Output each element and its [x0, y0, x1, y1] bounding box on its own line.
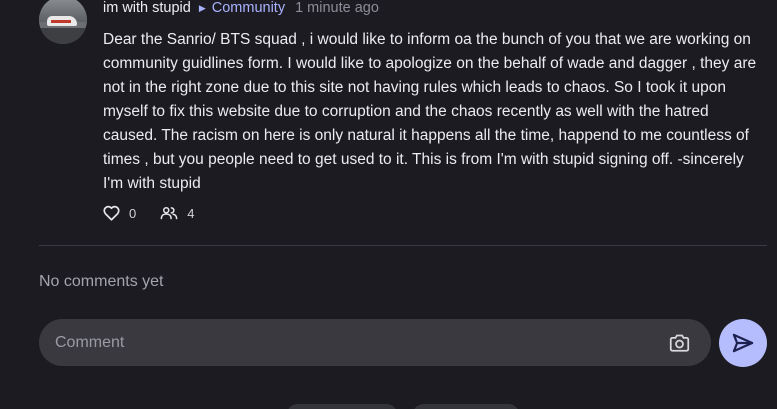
- post-body: Dear the Sanrio/ BTS squad , i would lik…: [103, 31, 757, 192]
- author-name[interactable]: im with stupid: [103, 0, 191, 16]
- send-icon: [732, 333, 754, 353]
- like-count: 0: [129, 205, 137, 221]
- comment-input[interactable]: [39, 319, 659, 366]
- post-timestamp: 1 minute ago: [295, 0, 379, 16]
- camera-icon: [669, 334, 689, 352]
- post-detail-page: im with stupid ▶ Community 1 minute ago …: [0, 0, 777, 409]
- comment-composer: [39, 319, 711, 366]
- camera-button[interactable]: [659, 323, 699, 363]
- divider: [39, 245, 767, 246]
- heart-icon: [103, 205, 120, 221]
- people-icon: [160, 206, 178, 220]
- send-button[interactable]: [719, 319, 767, 367]
- community-link[interactable]: Community: [212, 0, 285, 16]
- bottom-chip[interactable]: [412, 404, 520, 409]
- author-avatar[interactable]: [39, 0, 87, 44]
- like-button[interactable]: 0: [103, 205, 136, 221]
- post-meta: im with stupid ▶ Community 1 minute ago: [103, 0, 379, 17]
- post-stats: 0 4: [103, 203, 194, 223]
- empty-comments-text: No comments yet: [39, 273, 164, 290]
- members-count: 4: [187, 205, 195, 221]
- bottom-chip[interactable]: [286, 404, 398, 409]
- caret-right-icon: ▶: [198, 2, 206, 13]
- members-button[interactable]: 4: [160, 206, 194, 221]
